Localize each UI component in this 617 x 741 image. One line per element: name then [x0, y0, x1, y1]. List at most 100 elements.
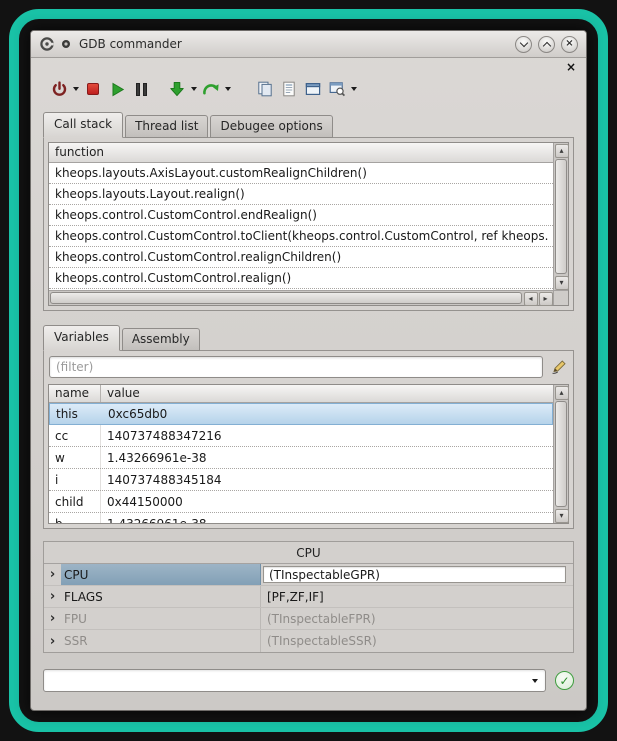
cpu-row[interactable]: ›CPU(TInspectableGPR) — [44, 564, 573, 586]
filter-pen-icon[interactable] — [550, 359, 568, 375]
titlebar[interactable]: GDB commander × — [31, 31, 586, 58]
cpu-row-value: (TInspectableFPR) — [261, 608, 573, 629]
expander-icon[interactable]: › — [44, 586, 61, 607]
step-into-button[interactable] — [165, 78, 189, 100]
callstack-row[interactable]: kheops.layouts.AxisLayout.customRealignC… — [49, 163, 553, 184]
variable-name: w — [49, 447, 101, 468]
scroll-right-button[interactable]: ▸ — [539, 292, 553, 306]
watch-window-icon — [305, 81, 321, 97]
gdb-commander-window: GDB commander × × — [30, 30, 587, 711]
variables-list: this0xc65db0cc140737488347216w1.43266961… — [49, 403, 553, 523]
scrollbar-thumb[interactable] — [555, 159, 567, 274]
tab-debugee-options[interactable]: Debugee options — [210, 115, 332, 138]
window-title: GDB commander — [79, 37, 182, 51]
scroll-up-button[interactable]: ▴ — [555, 386, 569, 400]
chevron-down-icon — [519, 38, 527, 46]
scrollbar-thumb[interactable] — [50, 292, 522, 304]
scroll-left-button[interactable]: ◂ — [524, 292, 538, 306]
variables-vertical-scrollbar[interactable]: ▴ ▾ — [553, 385, 568, 523]
window-pin-icon[interactable] — [61, 39, 71, 49]
column-header-name[interactable]: name — [49, 385, 101, 402]
step-over-button[interactable] — [199, 78, 223, 100]
variable-value: 140737488345184 — [101, 473, 222, 487]
scroll-up-button[interactable]: ▴ — [555, 144, 569, 158]
variable-name: i — [49, 469, 101, 490]
callstack-column-header[interactable]: function — [49, 143, 553, 163]
cpu-row-label: CPU — [61, 564, 261, 585]
tab-assembly[interactable]: Assembly — [122, 328, 200, 351]
scrollbar-thumb[interactable] — [555, 401, 567, 507]
power-dropdown-icon[interactable] — [71, 78, 81, 100]
combo-dropdown-icon[interactable] — [525, 670, 545, 691]
listing-button[interactable] — [277, 78, 301, 100]
stop-button[interactable] — [81, 78, 105, 100]
pause-icon — [136, 83, 147, 96]
scroll-down-button[interactable]: ▾ — [555, 509, 569, 523]
minimize-button[interactable] — [515, 36, 532, 53]
filter-input[interactable] — [49, 356, 543, 378]
variable-value: 1.43266961e-38 — [101, 451, 207, 465]
variable-name: b — [49, 513, 101, 523]
variable-row[interactable]: i140737488345184 — [49, 469, 553, 491]
chevron-up-icon — [542, 41, 550, 49]
documents-button[interactable] — [253, 78, 277, 100]
close-button[interactable]: × — [561, 36, 578, 53]
variable-row[interactable]: w1.43266961e-38 — [49, 447, 553, 469]
expander-icon[interactable]: › — [44, 564, 61, 585]
variable-value: 1.43266961e-38 — [101, 517, 207, 524]
step-over-icon — [202, 81, 220, 97]
callstack-vertical-scrollbar[interactable]: ▴ ▾ — [553, 143, 568, 290]
top-tabbar: Call stackThread listDebugee options — [43, 112, 574, 138]
inspect-button[interactable] — [325, 78, 349, 100]
stop-icon — [87, 83, 99, 95]
variable-value: 0x44150000 — [101, 495, 183, 509]
run-button[interactable] — [105, 78, 129, 100]
check-icon: ✓ — [559, 674, 569, 688]
cpu-row[interactable]: ›FLAGS[PF,ZF,IF] — [44, 586, 573, 608]
confirm-button[interactable]: ✓ — [555, 671, 574, 690]
variables-panel: name value this0xc65db0cc140737488347216… — [43, 350, 574, 529]
cpu-row-label: FPU — [61, 608, 261, 629]
power-button[interactable] — [47, 78, 71, 100]
callstack-row[interactable]: kheops.layouts.Layout.realign() — [49, 184, 553, 205]
callstack-row[interactable]: kheops.control.CustomControl.realign() — [49, 268, 553, 289]
tab-thread-list[interactable]: Thread list — [125, 115, 208, 138]
callstack-panel: function kheops.layouts.AxisLayout.custo… — [43, 137, 574, 311]
watch-window-button[interactable] — [301, 78, 325, 100]
tab-variables[interactable]: Variables — [43, 325, 120, 351]
pause-button[interactable] — [129, 78, 153, 100]
variable-row[interactable]: b1.43266961e-38 — [49, 513, 553, 523]
scrollbar-corner — [553, 290, 568, 305]
expander-icon[interactable]: › — [44, 608, 61, 629]
scroll-down-button[interactable]: ▾ — [555, 276, 569, 290]
variable-row[interactable]: child0x44150000 — [49, 491, 553, 513]
cpu-row[interactable]: ›SSR(TInspectableSSR) — [44, 630, 573, 652]
callstack-list: kheops.layouts.AxisLayout.customRealignC… — [49, 163, 553, 290]
cpu-row-label: SSR — [61, 630, 261, 652]
cpu-row-label: FLAGS — [61, 586, 261, 607]
expander-icon[interactable]: › — [44, 630, 61, 652]
cpu-row-value[interactable]: (TInspectableGPR) — [263, 566, 566, 583]
command-combobox[interactable] — [43, 669, 546, 692]
callstack-row[interactable]: kheops.control.CustomControl.toClient(kh… — [49, 226, 553, 247]
inspect-dropdown-icon[interactable] — [349, 78, 359, 100]
command-row: ✓ — [43, 669, 574, 692]
filter-row — [49, 356, 568, 378]
step-over-dropdown-icon[interactable] — [223, 78, 233, 100]
callstack-table: function kheops.layouts.AxisLayout.custo… — [48, 142, 569, 306]
variables-table: name value this0xc65db0cc140737488347216… — [48, 384, 569, 524]
variable-name: this — [50, 404, 102, 424]
callstack-row[interactable]: kheops.control.CustomControl.endRealign(… — [49, 205, 553, 226]
tab-call-stack[interactable]: Call stack — [43, 112, 123, 138]
variable-row[interactable]: this0xc65db0 — [49, 403, 553, 425]
maximize-button[interactable] — [538, 36, 555, 53]
debug-toolbar — [31, 73, 586, 106]
column-header-value[interactable]: value — [101, 385, 146, 402]
run-icon — [110, 82, 125, 97]
callstack-horizontal-scrollbar[interactable]: ◂ ▸ — [49, 290, 553, 305]
callstack-row[interactable]: kheops.control.CustomControl.realignChil… — [49, 247, 553, 268]
dock-close-icon[interactable]: × — [566, 61, 576, 73]
cpu-row[interactable]: ›FPU(TInspectableFPR) — [44, 608, 573, 630]
step-into-dropdown-icon[interactable] — [189, 78, 199, 100]
variable-row[interactable]: cc140737488347216 — [49, 425, 553, 447]
